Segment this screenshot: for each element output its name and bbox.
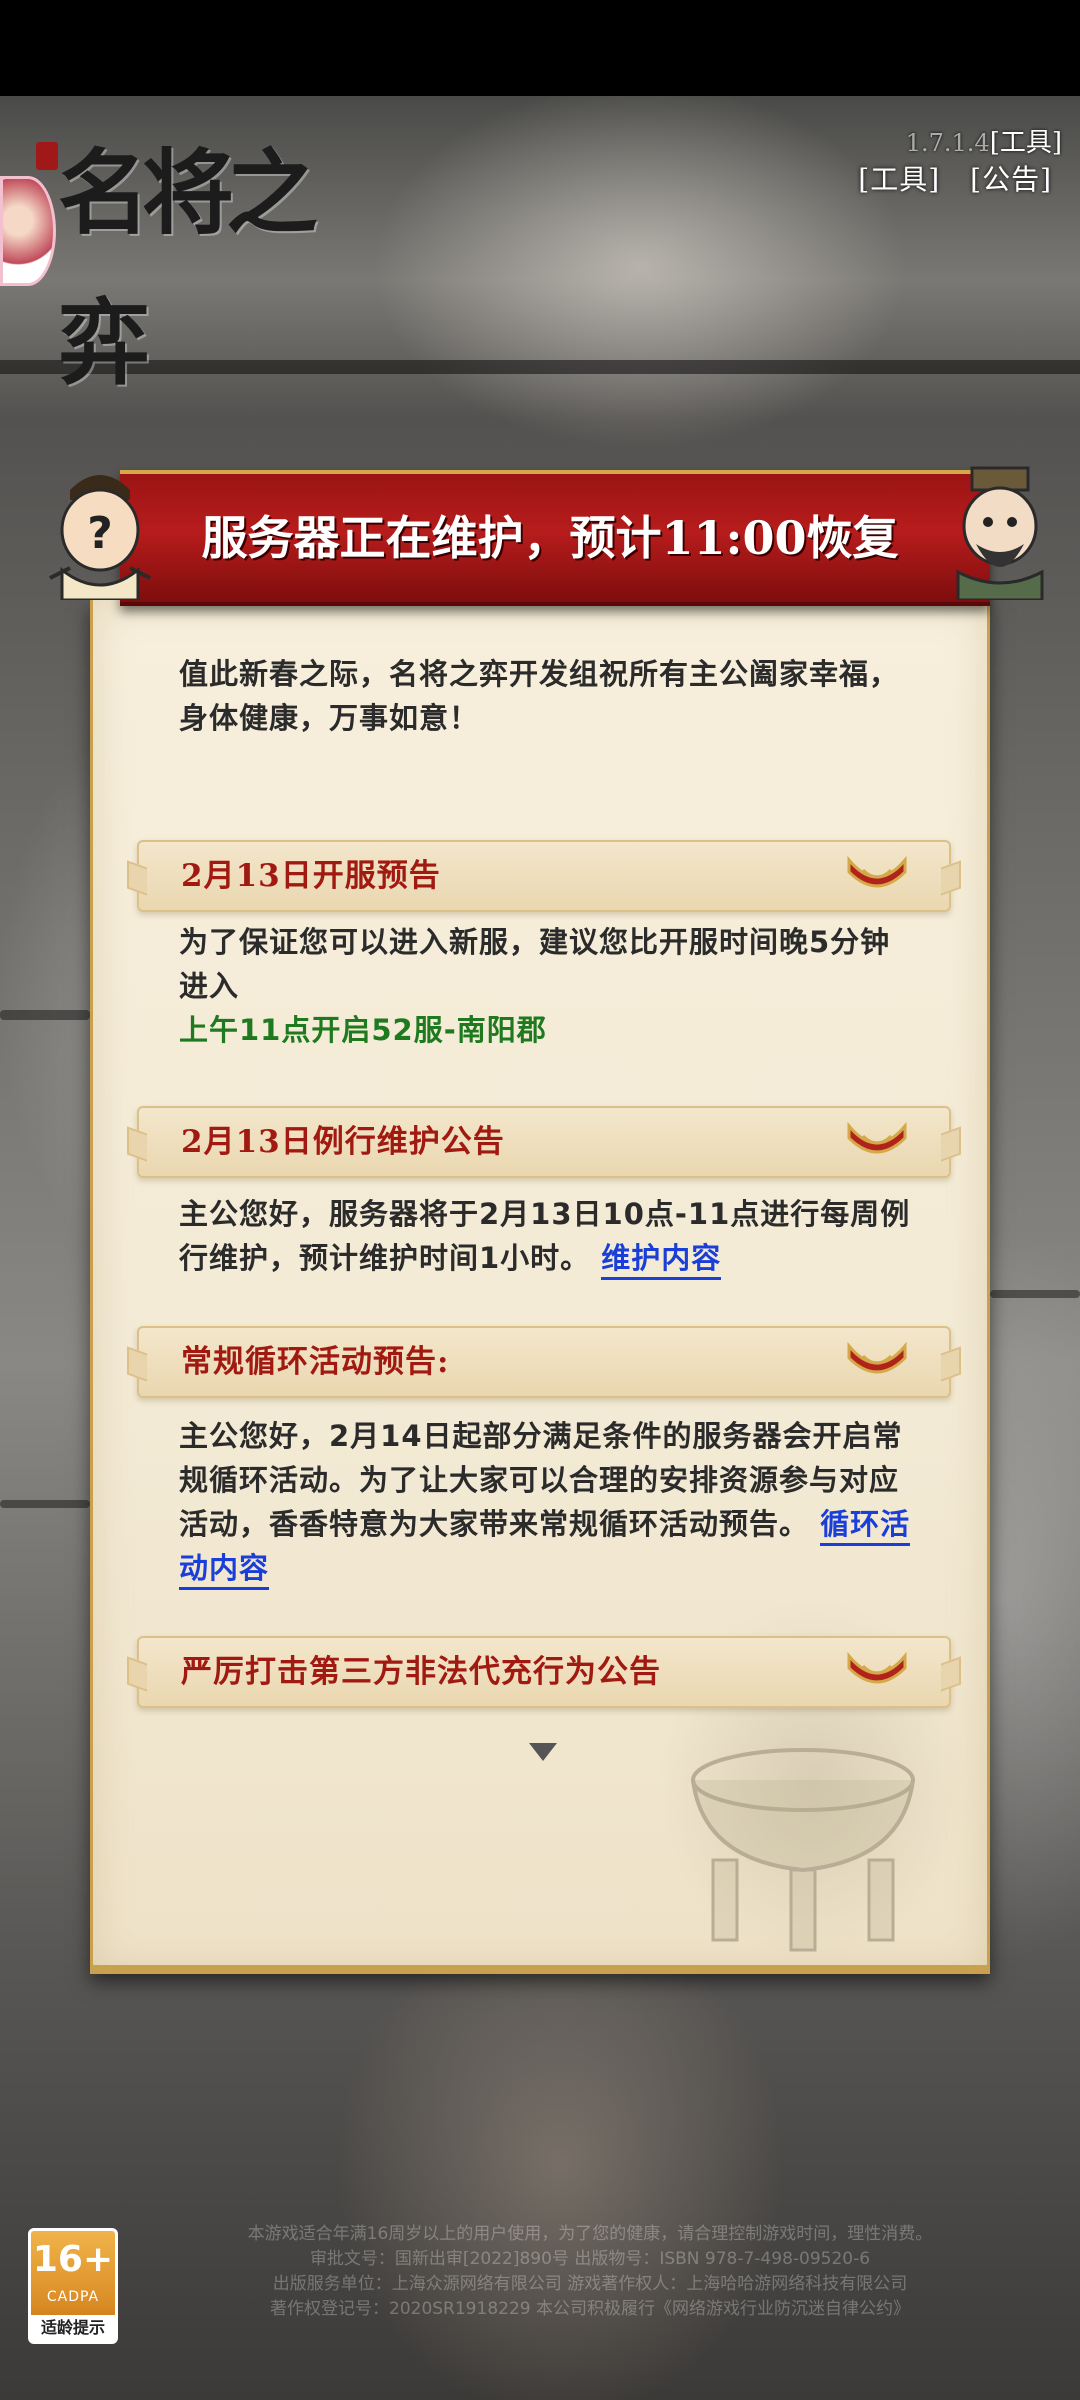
maintenance-details-link[interactable]: 维护内容 [601,1241,722,1280]
version-info: 1.7.1.4[工具] [906,122,1062,159]
age-rating-number: 16+ [32,2239,114,2280]
dialog-banner: 服务器正在维护，预计11:00恢复 ? [49,466,1044,606]
chevron-down-icon[interactable] [845,1340,909,1384]
notice-panel[interactable]: 值此新春之际，名将之弈开发组祝所有主公阖家幸福，身体健康，万事如意！ 2月13日… [90,600,990,1974]
legal-line: 本游戏适合年满16周岁以上的用户使用，为了您的健康，请合理控制游戏时间，理性消费… [247,2224,933,2244]
version-number: 1.7.1.4 [905,129,990,157]
legal-line: 审批文号：国新出审[2022]890号 出版物号：ISBN 978-7-498-… [309,2249,871,2269]
legal-footer: 本游戏适合年满16周岁以上的用户使用，为了您的健康，请合理控制游戏时间，理性消费… [140,2222,1040,2322]
section-header-anti-fraud[interactable]: 严厉打击第三方非法代充行为公告 [137,1636,951,1708]
section-title: 常规循环活动预告: [181,1344,450,1380]
maintenance-body-text: 主公您好，服务器将于2月13日10点-11点进行每周例行维护，预计维护时间1小时… [179,1197,911,1275]
logo-seal-icon [36,142,58,170]
tools-link[interactable]: [工具] [858,163,940,196]
game-logo: 名将之弈 [58,139,318,397]
confused-advisor-icon: ? [49,475,151,600]
age-rating-tip: 适龄提示 [31,2315,115,2341]
section-header-cyclic-events[interactable]: 常规循环活动预告: [137,1326,951,1398]
age-rating-org: CADPA [46,2289,100,2305]
header-links: [工具] [公告] [828,158,1052,198]
background-divider [0,360,1080,374]
panel-border-bottom [93,1965,987,1971]
section-body: 主公您好，2月14日起部分满足条件的服务器会开启常规循环活动。为了让大家可以合理… [179,1414,919,1590]
background-ink-stroke [0,1010,90,1020]
legal-line: 出版服务单位：上海众源网络有限公司 游戏著作权人：上海哈哈游网络科技有限公司 [272,2274,908,2294]
section-title: 2月13日例行维护公告 [181,1124,505,1160]
svg-text:?: ? [87,508,113,559]
section-title: 2月13日开服预告 [181,858,441,894]
cyclic-events-body-text: 主公您好，2月14日起部分满足条件的服务器会开启常规循环活动。为了让大家可以合理… [179,1419,903,1541]
bearded-advisor-icon [956,466,1044,600]
chevron-down-icon[interactable] [845,1120,909,1164]
section-body: 主公您好，服务器将于2月13日10点-11点进行每周例行维护，预计维护时间1小时… [179,1192,919,1280]
scroll-more-arrow-icon[interactable] [529,1743,557,1761]
age-rating-badge[interactable]: 16+ CADPA 适龄提示 [28,2228,118,2344]
chevron-down-icon[interactable] [845,854,909,898]
legal-line: 著作权登记号：2020SR1918229 本公司积极履行《网络游戏行业防沉迷自律… [270,2299,910,2319]
notice-link[interactable]: [公告] [970,163,1052,196]
background-ink-stroke [0,1500,90,1508]
new-server-highlight: 上午11点开启52服-南阳郡 [179,1013,547,1047]
section-body: 为了保证您可以进入新服，建议您比开服时间晚5分钟进入 [179,925,891,1003]
section-title: 严厉打击第三方非法代充行为公告 [181,1654,661,1690]
greeting-text: 值此新春之际，名将之弈开发组祝所有主公阖家幸福，身体健康，万事如意！ [179,657,900,735]
background-ink-stroke [990,1290,1080,1298]
section-header-maintenance[interactable]: 2月13日例行维护公告 [137,1106,951,1178]
bronze-vessel-illustration [691,1748,915,1952]
section-header-open-server[interactable]: 2月13日开服预告 [137,840,951,912]
chevron-down-icon[interactable] [845,1650,909,1694]
game-screen: 名将之弈 1.7.1.4[工具] [工具] [公告] 值此新春之际，名将之弈开发组… [0,0,1080,2400]
player-avatar[interactable] [0,176,56,286]
tools-link-top[interactable]: [工具] [990,128,1062,158]
dialog-title: 服务器正在维护，预计11:00恢复 [201,511,899,565]
